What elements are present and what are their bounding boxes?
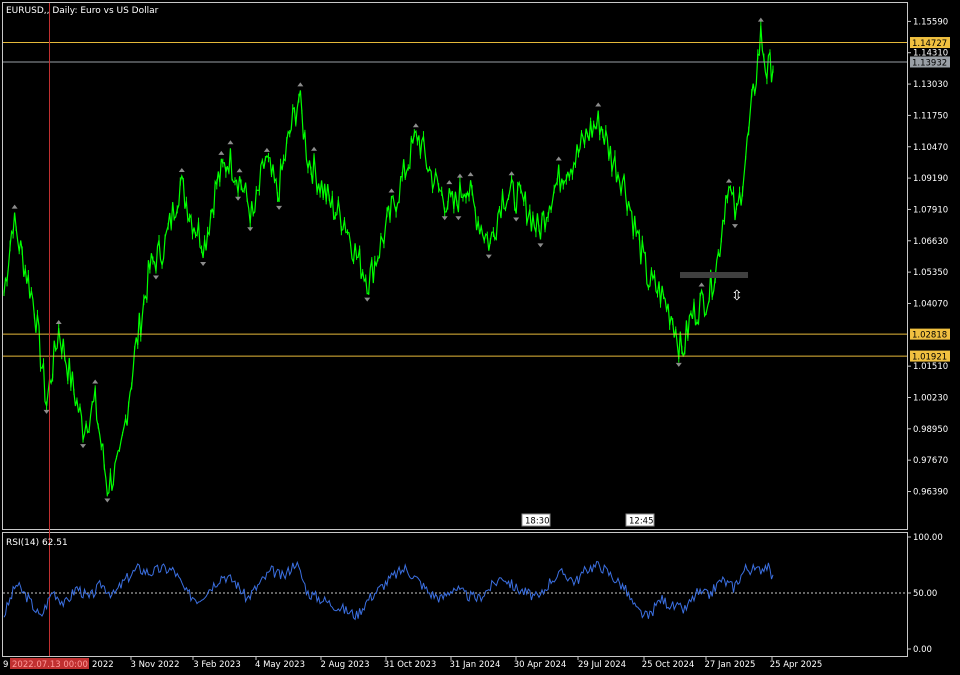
fractal-up-marker <box>698 282 705 287</box>
fractal-up-marker <box>388 188 395 193</box>
price-axis-label: 1.05350 <box>913 268 948 278</box>
fractal-down-marker <box>455 216 462 221</box>
fractal-up-marker <box>412 123 419 128</box>
time-axis-label: 4 May 2023 <box>255 660 305 670</box>
rsi-panel-frame <box>2 532 908 657</box>
fractal-down-marker <box>276 205 283 210</box>
price-axis-label: 1.13030 <box>913 80 948 90</box>
fractal-down-marker <box>104 498 111 503</box>
fractal-up-marker <box>297 82 304 87</box>
price-axis-label: 1.09190 <box>913 174 948 184</box>
time-axis-label: 31 Jan 2024 <box>450 660 501 670</box>
rsi-axis-label: 0.00 <box>913 645 932 655</box>
price-axis-label: 1.00230 <box>913 393 948 403</box>
fractal-up-marker <box>92 379 99 384</box>
price-axis-label: 1.14310 <box>913 49 948 59</box>
fractal-down-marker <box>235 196 242 201</box>
time-marker-label: 12:45 <box>629 517 654 527</box>
price-axis-label: 1.06630 <box>913 237 948 247</box>
fractal-up-marker <box>446 180 453 185</box>
price-axis-label: 1.04070 <box>913 299 948 309</box>
fractal-up-marker <box>178 168 185 173</box>
fractal-down-marker <box>513 217 520 222</box>
time-marker-label: 18:30 <box>525 517 550 527</box>
time-axis-label: 25 Oct 2024 <box>642 660 695 670</box>
fractal-down-marker <box>537 243 544 248</box>
price-axis-label: 1.15590 <box>913 17 948 27</box>
price-axis-label: 0.96390 <box>913 488 948 498</box>
fractal-down-marker <box>364 297 371 302</box>
time-axis-label: 29 Jul 2024 <box>578 660 626 670</box>
chart-title: EURUSD,, Daily: Euro vs US Dollar <box>6 6 159 16</box>
time-axis-label: 27 Jan 2025 <box>705 660 756 670</box>
fractal-up-marker <box>555 156 562 161</box>
fractal-down-marker <box>43 409 50 414</box>
fractal-down-marker <box>485 254 492 259</box>
price-axis-label: 1.11750 <box>913 111 948 121</box>
fractal-down-marker <box>200 262 207 267</box>
price-plot-area: ⇳ <box>3 3 907 656</box>
level-price-label: 1.13932 <box>912 58 947 68</box>
fractal-down-marker <box>80 444 87 449</box>
fractal-up-marker <box>508 171 515 176</box>
vertical-line-time-label: 2022.07.13 00:00 <box>12 660 88 670</box>
level-price-label: 1.14727 <box>912 39 947 49</box>
price-series-line <box>3 25 774 496</box>
fractal-up-marker <box>236 168 243 173</box>
time-axis-label-partial: 9 <box>3 660 8 670</box>
level-price-label: 1.01921 <box>912 353 947 363</box>
time-axis-label: 2 Aug 2023 <box>320 660 369 670</box>
fractal-up-marker <box>55 320 62 325</box>
time-axis-label: 31 Oct 2023 <box>384 660 437 670</box>
fractal-up-marker <box>456 173 463 178</box>
time-axis-label: 3 Nov 2022 <box>130 660 179 670</box>
level-price-label: 1.02818 <box>912 331 947 341</box>
time-axis-label: 3 Feb 2023 <box>193 660 241 670</box>
fractal-down-marker <box>441 216 448 221</box>
fractal-up-marker <box>218 150 225 155</box>
fractal-down-marker <box>247 227 254 232</box>
fractal-down-marker <box>152 275 159 280</box>
time-axis-label-partial: 2022 <box>92 660 114 670</box>
rsi-plot-area <box>3 560 907 621</box>
fractal-up-marker <box>757 17 764 22</box>
fractal-up-marker <box>11 204 18 209</box>
price-axis-label: 0.97670 <box>913 456 948 466</box>
rsi-series-line <box>3 560 774 621</box>
price-axis-label: 1.01510 <box>913 362 948 372</box>
chart-canvas[interactable]: ⇳ 1.14727 1.02818 1.01921 1.13932 1.15590 1.1… <box>0 0 960 675</box>
fractal-up-marker <box>725 178 732 183</box>
time-axis-label: 30 Apr 2024 <box>514 660 567 670</box>
rsi-title: RSI(14) 62.51 <box>6 538 68 548</box>
fractal-down-marker <box>675 362 682 367</box>
fractal-up-marker <box>227 140 234 145</box>
fractal-down-marker <box>732 224 739 229</box>
price-axis-label: 1.10470 <box>913 143 948 153</box>
time-axis-label: 25 Apr 2025 <box>770 660 823 670</box>
rsi-axis-label: 100.00 <box>913 533 943 543</box>
price-axis-label: 0.98950 <box>913 425 948 435</box>
fractal-up-marker <box>467 172 474 177</box>
rsi-axis-label: 50.00 <box>913 589 937 599</box>
fractal-up-marker <box>263 147 270 152</box>
rectangle-object[interactable] <box>680 272 748 278</box>
fractal-up-marker <box>595 102 602 107</box>
fractal-up-marker <box>311 146 318 151</box>
move-cursor-icon: ⇳ <box>731 288 743 304</box>
price-axis-label: 1.07910 <box>913 205 948 215</box>
